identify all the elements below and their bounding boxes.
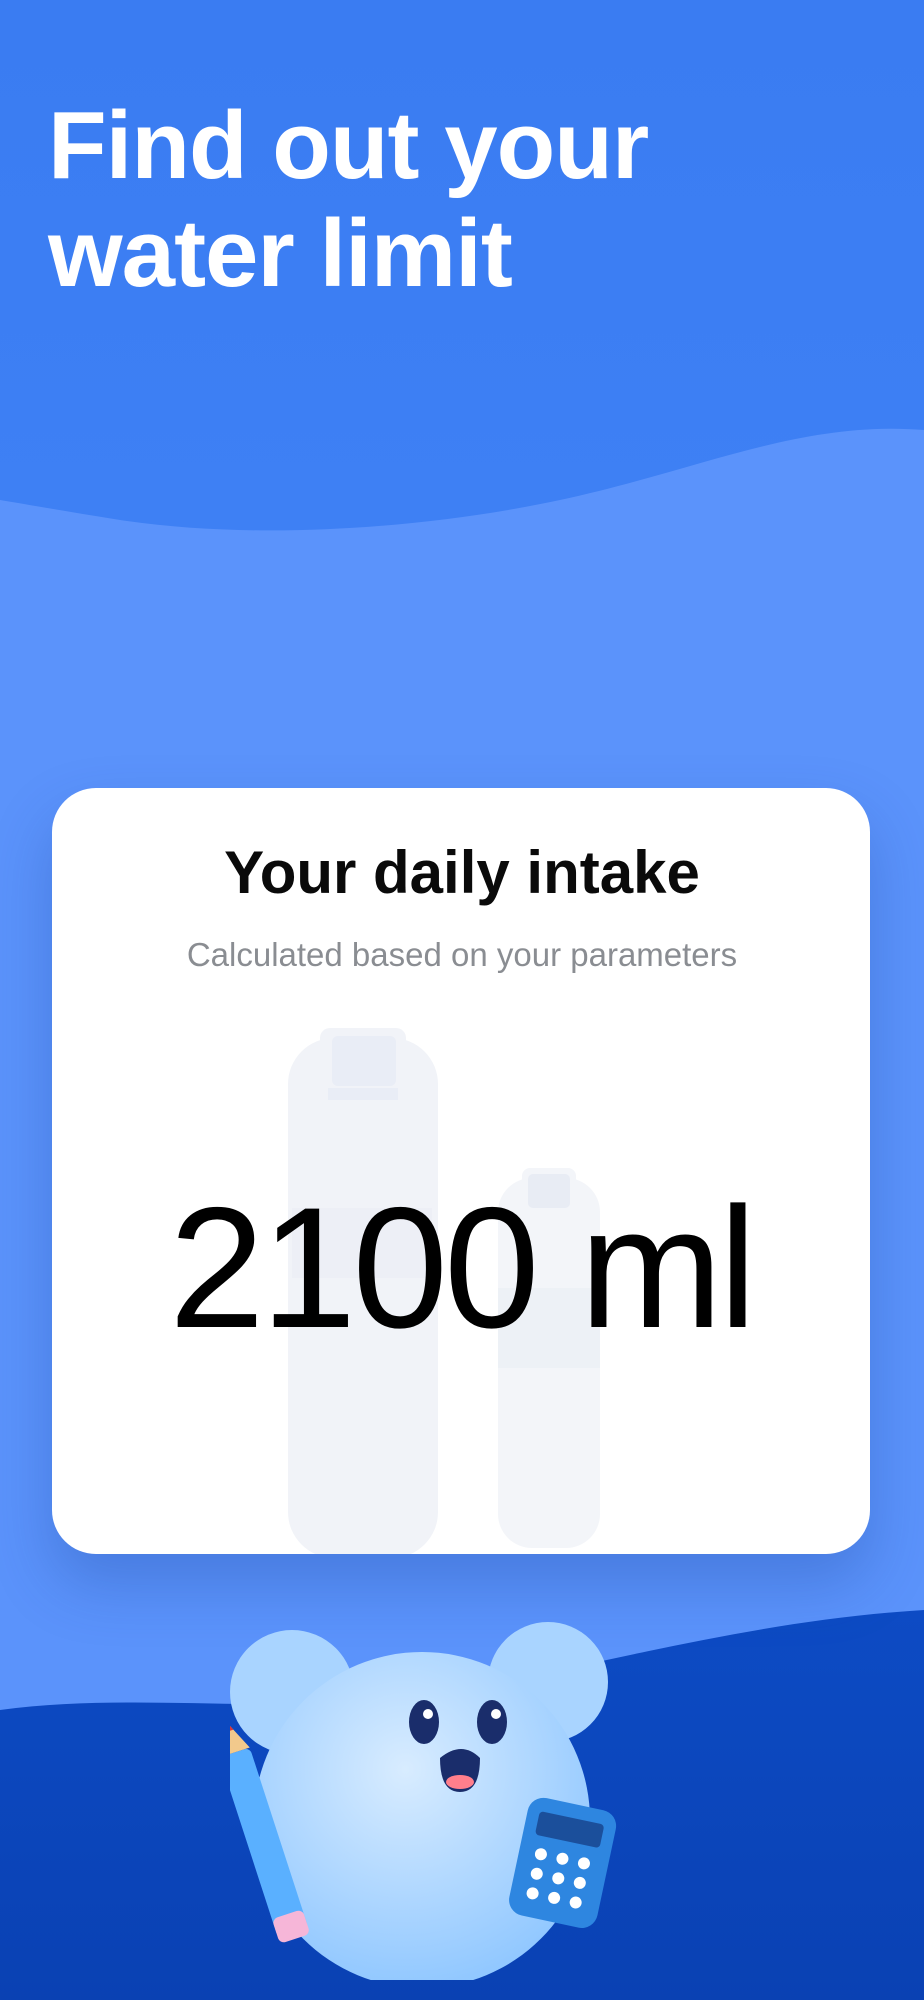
page-title-line-2: water limit [48,200,513,307]
daily-intake-value: 2100 ml [52,1168,870,1368]
page-title-line-1: Find out your [48,92,649,199]
mascot-illustration [230,1622,617,1980]
card-subtitle: Calculated based on your parameters [186,936,738,973]
page-title: Find out your water limit [48,92,868,308]
card-title: Your daily intake [224,839,700,906]
intake-unit: ml [579,1172,756,1364]
intake-amount: 2100 [169,1172,540,1364]
